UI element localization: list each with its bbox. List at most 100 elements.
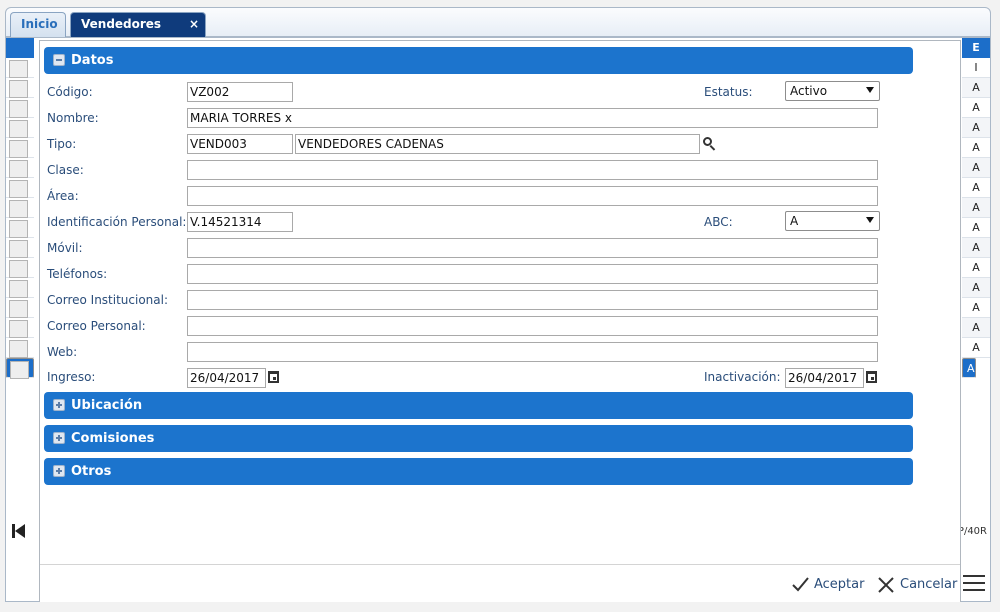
row-selector-selected[interactable] — [6, 358, 34, 379]
dialog-footer: Aceptar Cancelar — [40, 564, 960, 602]
grid-status-cell: A — [962, 98, 990, 118]
search-icon[interactable] — [702, 136, 718, 152]
tab-bar: Inicio Vendedores CRM × — [5, 7, 991, 54]
tab-vendedores-crm[interactable]: Vendedores CRM × — [70, 12, 206, 54]
row-selector[interactable] — [6, 258, 34, 278]
tipo-description-field: VENDEDORES CADENAS — [295, 134, 700, 154]
row-selector[interactable] — [6, 198, 34, 218]
estatus-value: Activo — [790, 84, 828, 98]
check-icon — [792, 577, 809, 592]
cancelar-button[interactable]: Cancelar — [878, 574, 957, 596]
identificacion-field[interactable]: V.14521314 — [187, 212, 293, 232]
correo-institucional-label: Correo Institucional: — [47, 293, 169, 307]
grid-status-cell: A — [962, 278, 990, 298]
codigo-field[interactable]: VZ002 — [187, 82, 293, 102]
hamburger-menu-icon[interactable] — [963, 575, 985, 592]
telefonos-label: Teléfonos: — [47, 267, 108, 281]
section-datos-header[interactable]: Datos — [44, 47, 913, 74]
area-field[interactable] — [187, 186, 878, 206]
aceptar-button[interactable]: Aceptar — [792, 574, 864, 596]
grid-status-cell: A — [962, 258, 990, 278]
inactivacion-date-field[interactable]: 26/04/2017 — [785, 368, 864, 388]
row-selector[interactable] — [6, 98, 34, 118]
row-selector[interactable] — [6, 138, 34, 158]
abc-label: ABC: — [704, 215, 733, 229]
row-selector[interactable] — [6, 238, 34, 258]
section-comisiones-header[interactable]: Comisiones — [44, 425, 913, 452]
section-otros-title: Otros — [71, 464, 112, 479]
row-selector[interactable] — [6, 158, 34, 178]
ingreso-date-field[interactable]: 26/04/2017 — [187, 368, 266, 388]
row-selector[interactable] — [6, 118, 34, 138]
tipo-code-field[interactable]: VEND003 — [187, 134, 293, 154]
clase-field[interactable] — [187, 160, 878, 180]
grid-row-selectors — [6, 38, 34, 601]
movil-field[interactable] — [187, 238, 878, 258]
grid-status-cell: A — [962, 78, 990, 98]
abc-value: A — [790, 214, 799, 228]
section-ubicacion-header[interactable]: Ubicación — [44, 392, 913, 419]
clase-label: Clase: — [47, 163, 84, 177]
grid-status-cell: A — [962, 338, 990, 358]
web-field[interactable] — [187, 342, 878, 362]
telefonos-field[interactable] — [187, 264, 878, 284]
calendar-icon[interactable] — [866, 371, 877, 383]
grid-status-cell: A — [962, 238, 990, 258]
row-selector[interactable] — [6, 278, 34, 298]
abc-select[interactable]: A — [785, 211, 880, 231]
codigo-label: Código: — [47, 85, 93, 99]
row-selector[interactable] — [6, 218, 34, 238]
collapse-icon[interactable] — [53, 54, 65, 66]
estatus-label: Estatus: — [704, 85, 753, 99]
nombre-label: Nombre: — [47, 111, 99, 125]
row-selector[interactable] — [6, 298, 34, 318]
inactivacion-label: Inactivación: — [704, 370, 781, 384]
row-selector[interactable] — [6, 78, 34, 98]
grid-status-cell: A — [962, 158, 990, 178]
grid-left-header — [6, 38, 34, 58]
grid-status-cell: I — [962, 58, 990, 78]
grid-status-cell: A — [962, 298, 990, 318]
nombre-field[interactable]: MARIA TORRES x — [187, 108, 878, 128]
expand-icon[interactable] — [53, 399, 65, 411]
chevron-down-icon — [866, 217, 874, 223]
grid-status-cell: A — [962, 198, 990, 218]
expand-icon[interactable] — [53, 432, 65, 444]
grid-status-cell: A — [962, 218, 990, 238]
chevron-down-icon — [866, 87, 874, 93]
row-selector[interactable] — [6, 318, 34, 338]
section-datos-title: Datos — [71, 53, 114, 68]
calendar-icon[interactable] — [268, 371, 279, 383]
aceptar-label: Aceptar — [814, 577, 865, 592]
correo-institucional-field[interactable] — [187, 290, 878, 310]
estatus-select[interactable]: Activo — [785, 81, 880, 101]
grid-status-column: E I A A A A A A A A A A A A A A A — [962, 38, 990, 601]
vendedor-edit-dialog: Datos Código: VZ002 Estatus: Activo Nomb… — [39, 40, 961, 602]
close-icon[interactable]: × — [189, 13, 199, 36]
area-label: Área: — [47, 189, 79, 203]
expand-icon[interactable] — [53, 465, 65, 477]
section-otros-header[interactable]: Otros — [44, 458, 913, 485]
ingreso-label: Ingreso: — [47, 370, 96, 384]
grid-status-cell: A — [962, 138, 990, 158]
section-comisiones-title: Comisiones — [71, 431, 155, 446]
correo-personal-field[interactable] — [187, 316, 878, 336]
cancelar-label: Cancelar — [900, 577, 958, 592]
tab-inicio[interactable]: Inicio — [10, 12, 66, 37]
close-icon — [878, 577, 894, 593]
row-selector[interactable] — [6, 178, 34, 198]
correo-personal-label: Correo Personal: — [47, 319, 146, 333]
grid-status-cell: A — [962, 178, 990, 198]
first-page-icon[interactable] — [12, 524, 26, 538]
grid-status-cell: A — [962, 118, 990, 138]
movil-label: Móvil: — [47, 241, 83, 255]
tipo-label: Tipo: — [47, 137, 77, 151]
grid-status-header[interactable]: E — [962, 38, 990, 58]
section-ubicacion-title: Ubicación — [71, 398, 143, 413]
row-selector[interactable] — [6, 58, 34, 78]
web-label: Web: — [47, 345, 78, 359]
grid-status-cell-selected: A — [962, 358, 976, 378]
row-selector[interactable] — [6, 338, 34, 358]
grid-status-cell: A — [962, 318, 990, 338]
identificacion-label: Identificación Personal: — [47, 215, 187, 229]
